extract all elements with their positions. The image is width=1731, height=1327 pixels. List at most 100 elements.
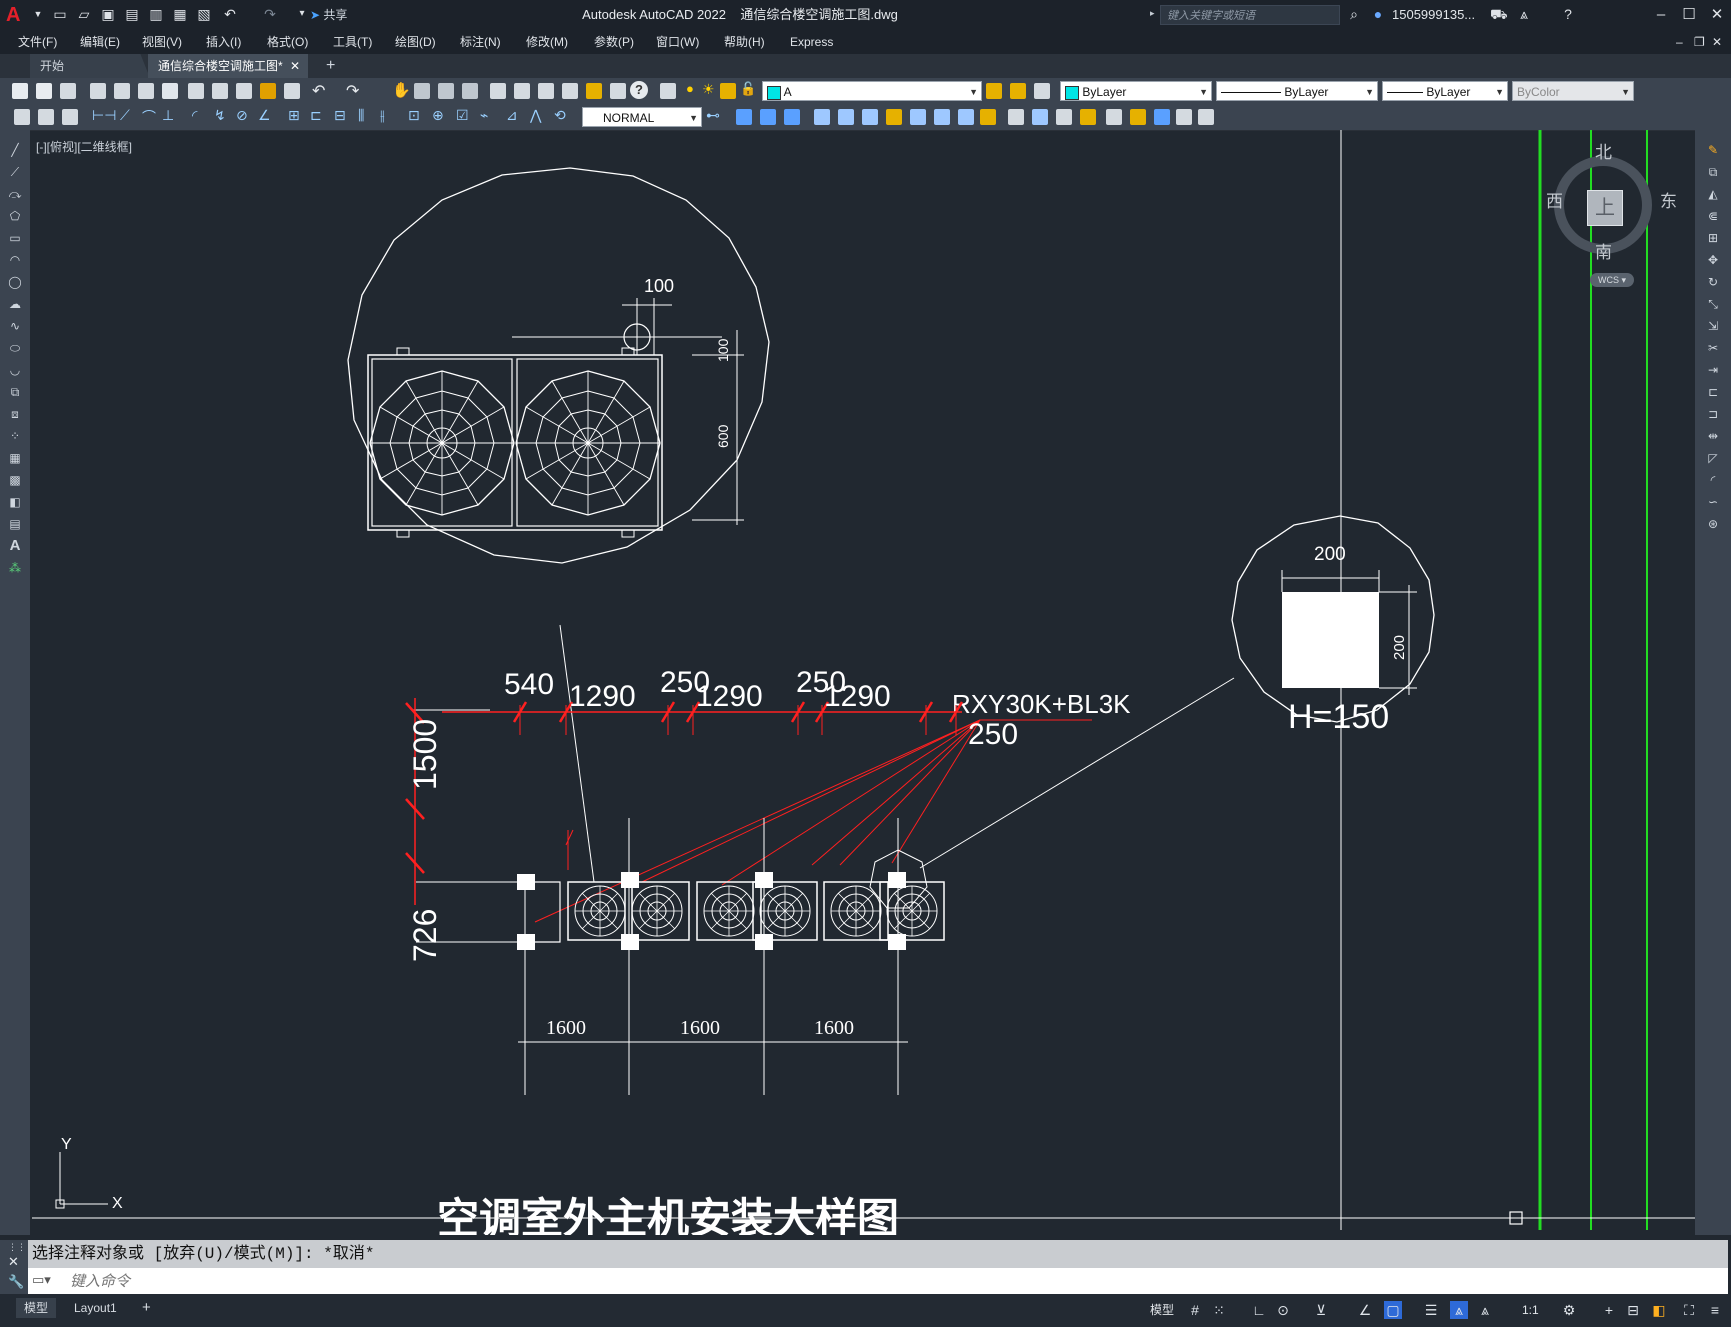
- paste-icon[interactable]: [236, 83, 252, 99]
- search-input[interactable]: 键入关键字或短语: [1160, 5, 1340, 25]
- cut-icon[interactable]: [188, 83, 204, 99]
- calculator-icon[interactable]: [610, 83, 626, 99]
- tab-layout1[interactable]: Layout1: [66, 1298, 125, 1318]
- ellipse-icon[interactable]: ⬭: [6, 340, 24, 356]
- share-button[interactable]: ➤ 共享: [310, 6, 347, 24]
- viewcube-east[interactable]: 东: [1660, 187, 1677, 212]
- clean-icon[interactable]: [1032, 109, 1048, 125]
- layer-on-icon[interactable]: ●: [686, 81, 694, 96]
- separate-icon[interactable]: [1056, 109, 1072, 125]
- undo-icon[interactable]: ↶: [312, 81, 325, 101]
- continue-dimension-icon[interactable]: ⊟: [334, 107, 346, 124]
- layer-unlock-icon[interactable]: 🔓: [740, 81, 756, 97]
- construction-line-icon[interactable]: ⟋: [6, 164, 24, 180]
- extend-icon[interactable]: ⇥: [1704, 362, 1722, 378]
- close-icon[interactable]: ✕: [1702, 0, 1731, 30]
- chamfer-icon[interactable]: ◸: [1704, 450, 1722, 466]
- dimension-style-manager-icon[interactable]: ⊷: [706, 107, 720, 124]
- move-faces-icon[interactable]: [838, 109, 854, 125]
- make-current-layer-icon[interactable]: [986, 83, 1002, 99]
- match-properties-icon[interactable]: [260, 83, 276, 99]
- linear-dimension-icon[interactable]: ⊢⊣: [92, 107, 116, 124]
- zoom-previous-icon[interactable]: [462, 83, 478, 99]
- dimension-update-icon[interactable]: ⟲: [554, 107, 566, 124]
- shell-icon[interactable]: [1080, 109, 1096, 125]
- menu-tools[interactable]: 工具(T): [333, 30, 372, 54]
- linetype-dropdown[interactable]: ByLayer ▼: [1216, 81, 1378, 101]
- tab-close-icon[interactable]: ✕: [290, 54, 300, 78]
- plot-icon[interactable]: ▧: [196, 6, 212, 22]
- tab-model[interactable]: 模型: [16, 1298, 57, 1318]
- taper-faces-icon[interactable]: [934, 109, 950, 125]
- menu-draw[interactable]: 绘图(D): [395, 30, 436, 54]
- autocad-logo-icon[interactable]: A: [6, 4, 28, 26]
- open-web-icon[interactable]: ▥: [148, 6, 164, 22]
- blend-curves-icon[interactable]: ∽: [1704, 494, 1722, 510]
- stretch-icon[interactable]: ⇲: [1704, 318, 1722, 334]
- save-as-icon[interactable]: ▤: [124, 6, 140, 22]
- close-icon[interactable]: ✕: [8, 1254, 19, 1270]
- mirror-icon[interactable]: ◭: [1704, 186, 1722, 202]
- drawing-canvas[interactable]: 100 100 600 200 200 H=150 RXY30K+BL3K 54…: [32, 130, 1695, 1235]
- new-file-icon[interactable]: ▭: [52, 6, 68, 22]
- design-center-icon[interactable]: [514, 83, 530, 99]
- menu-format[interactable]: 格式(O): [267, 30, 308, 54]
- zoom-realtime-icon[interactable]: [414, 83, 430, 99]
- menu-express[interactable]: Express: [790, 30, 833, 54]
- polygon-icon[interactable]: ⬠: [6, 208, 24, 224]
- layer-properties-icon[interactable]: [660, 83, 676, 99]
- viewcube-south[interactable]: 南: [1595, 238, 1612, 263]
- ellipse-arc-icon[interactable]: ◡: [6, 362, 24, 378]
- app-menu-chevron-icon[interactable]: ▼: [30, 6, 46, 22]
- menu-insert[interactable]: 插入(I): [206, 30, 241, 54]
- menu-edit[interactable]: 编辑(E): [80, 30, 120, 54]
- menu-parametric[interactable]: 参数(P): [594, 30, 634, 54]
- osnap-tracking-icon[interactable]: ⊻: [1312, 1301, 1330, 1319]
- offset-icon[interactable]: ⋐: [1704, 208, 1722, 224]
- tab-drawing[interactable]: 通信综合楼空调施工图* ✕: [148, 54, 308, 78]
- annotation-scale[interactable]: 1:1: [1522, 1301, 1539, 1319]
- menu-file[interactable]: 文件(F): [18, 30, 57, 54]
- help-icon[interactable]: ?: [630, 81, 648, 99]
- lineweight-dropdown[interactable]: ByLayer ▼: [1382, 81, 1508, 101]
- line-icon[interactable]: ╱: [6, 142, 24, 158]
- cart-icon[interactable]: ⛟: [1490, 6, 1508, 22]
- offset-faces-icon[interactable]: [862, 109, 878, 125]
- break-icon[interactable]: ⊐: [1704, 406, 1722, 422]
- clean-screen-icon[interactable]: ⛶: [1680, 1301, 1698, 1319]
- add-layout-button[interactable]: +: [134, 1298, 159, 1318]
- gradient-icon[interactable]: ▩: [6, 472, 24, 488]
- move-icon[interactable]: ✥: [1704, 252, 1722, 268]
- tab-start[interactable]: 开始: [30, 54, 150, 78]
- plotstyle-dropdown[interactable]: ByColor ▼: [1512, 81, 1634, 101]
- refclose-icon[interactable]: [1154, 109, 1170, 125]
- xclip-icon[interactable]: [1198, 109, 1214, 125]
- properties-icon[interactable]: [490, 83, 506, 99]
- save-web-icon[interactable]: ▦: [172, 6, 188, 22]
- user-icon[interactable]: ●: [1370, 6, 1386, 22]
- jogged-linear-icon[interactable]: ⌁: [480, 107, 488, 124]
- tolerance-icon[interactable]: ⊡: [408, 107, 420, 124]
- autodesk-app-icon[interactable]: ⩓: [1516, 6, 1532, 22]
- open-file-icon[interactable]: ▱: [76, 6, 92, 22]
- isodraft-icon[interactable]: ∠: [1356, 1301, 1374, 1319]
- xattach-icon[interactable]: [1176, 109, 1192, 125]
- layer-state-icon[interactable]: [1034, 83, 1050, 99]
- rotate-faces-icon[interactable]: [910, 109, 926, 125]
- viewcube-face[interactable]: 上: [1587, 190, 1623, 226]
- imprint-icon[interactable]: [1008, 109, 1024, 125]
- baseline-dimension-icon[interactable]: ⊏: [310, 107, 322, 124]
- layer-viewport-icon[interactable]: [720, 83, 736, 99]
- solid-union-icon[interactable]: [736, 109, 752, 125]
- dimension-break-icon[interactable]: ⫲: [380, 107, 385, 124]
- menu-dimension[interactable]: 标注(N): [460, 30, 501, 54]
- save-icon[interactable]: [60, 83, 76, 99]
- customize-status-icon[interactable]: ≡: [1706, 1301, 1724, 1319]
- extrude-faces-icon[interactable]: [814, 109, 830, 125]
- multiline-text-icon[interactable]: A: [6, 538, 24, 554]
- plot-preview-icon[interactable]: [114, 83, 130, 99]
- units-icon[interactable]: ⊟: [1624, 1301, 1642, 1319]
- circle-icon[interactable]: ◯: [6, 274, 24, 290]
- auto-scale-icon[interactable]: ⩓: [1476, 1301, 1494, 1319]
- layer-dropdown[interactable]: A ▼: [762, 81, 982, 101]
